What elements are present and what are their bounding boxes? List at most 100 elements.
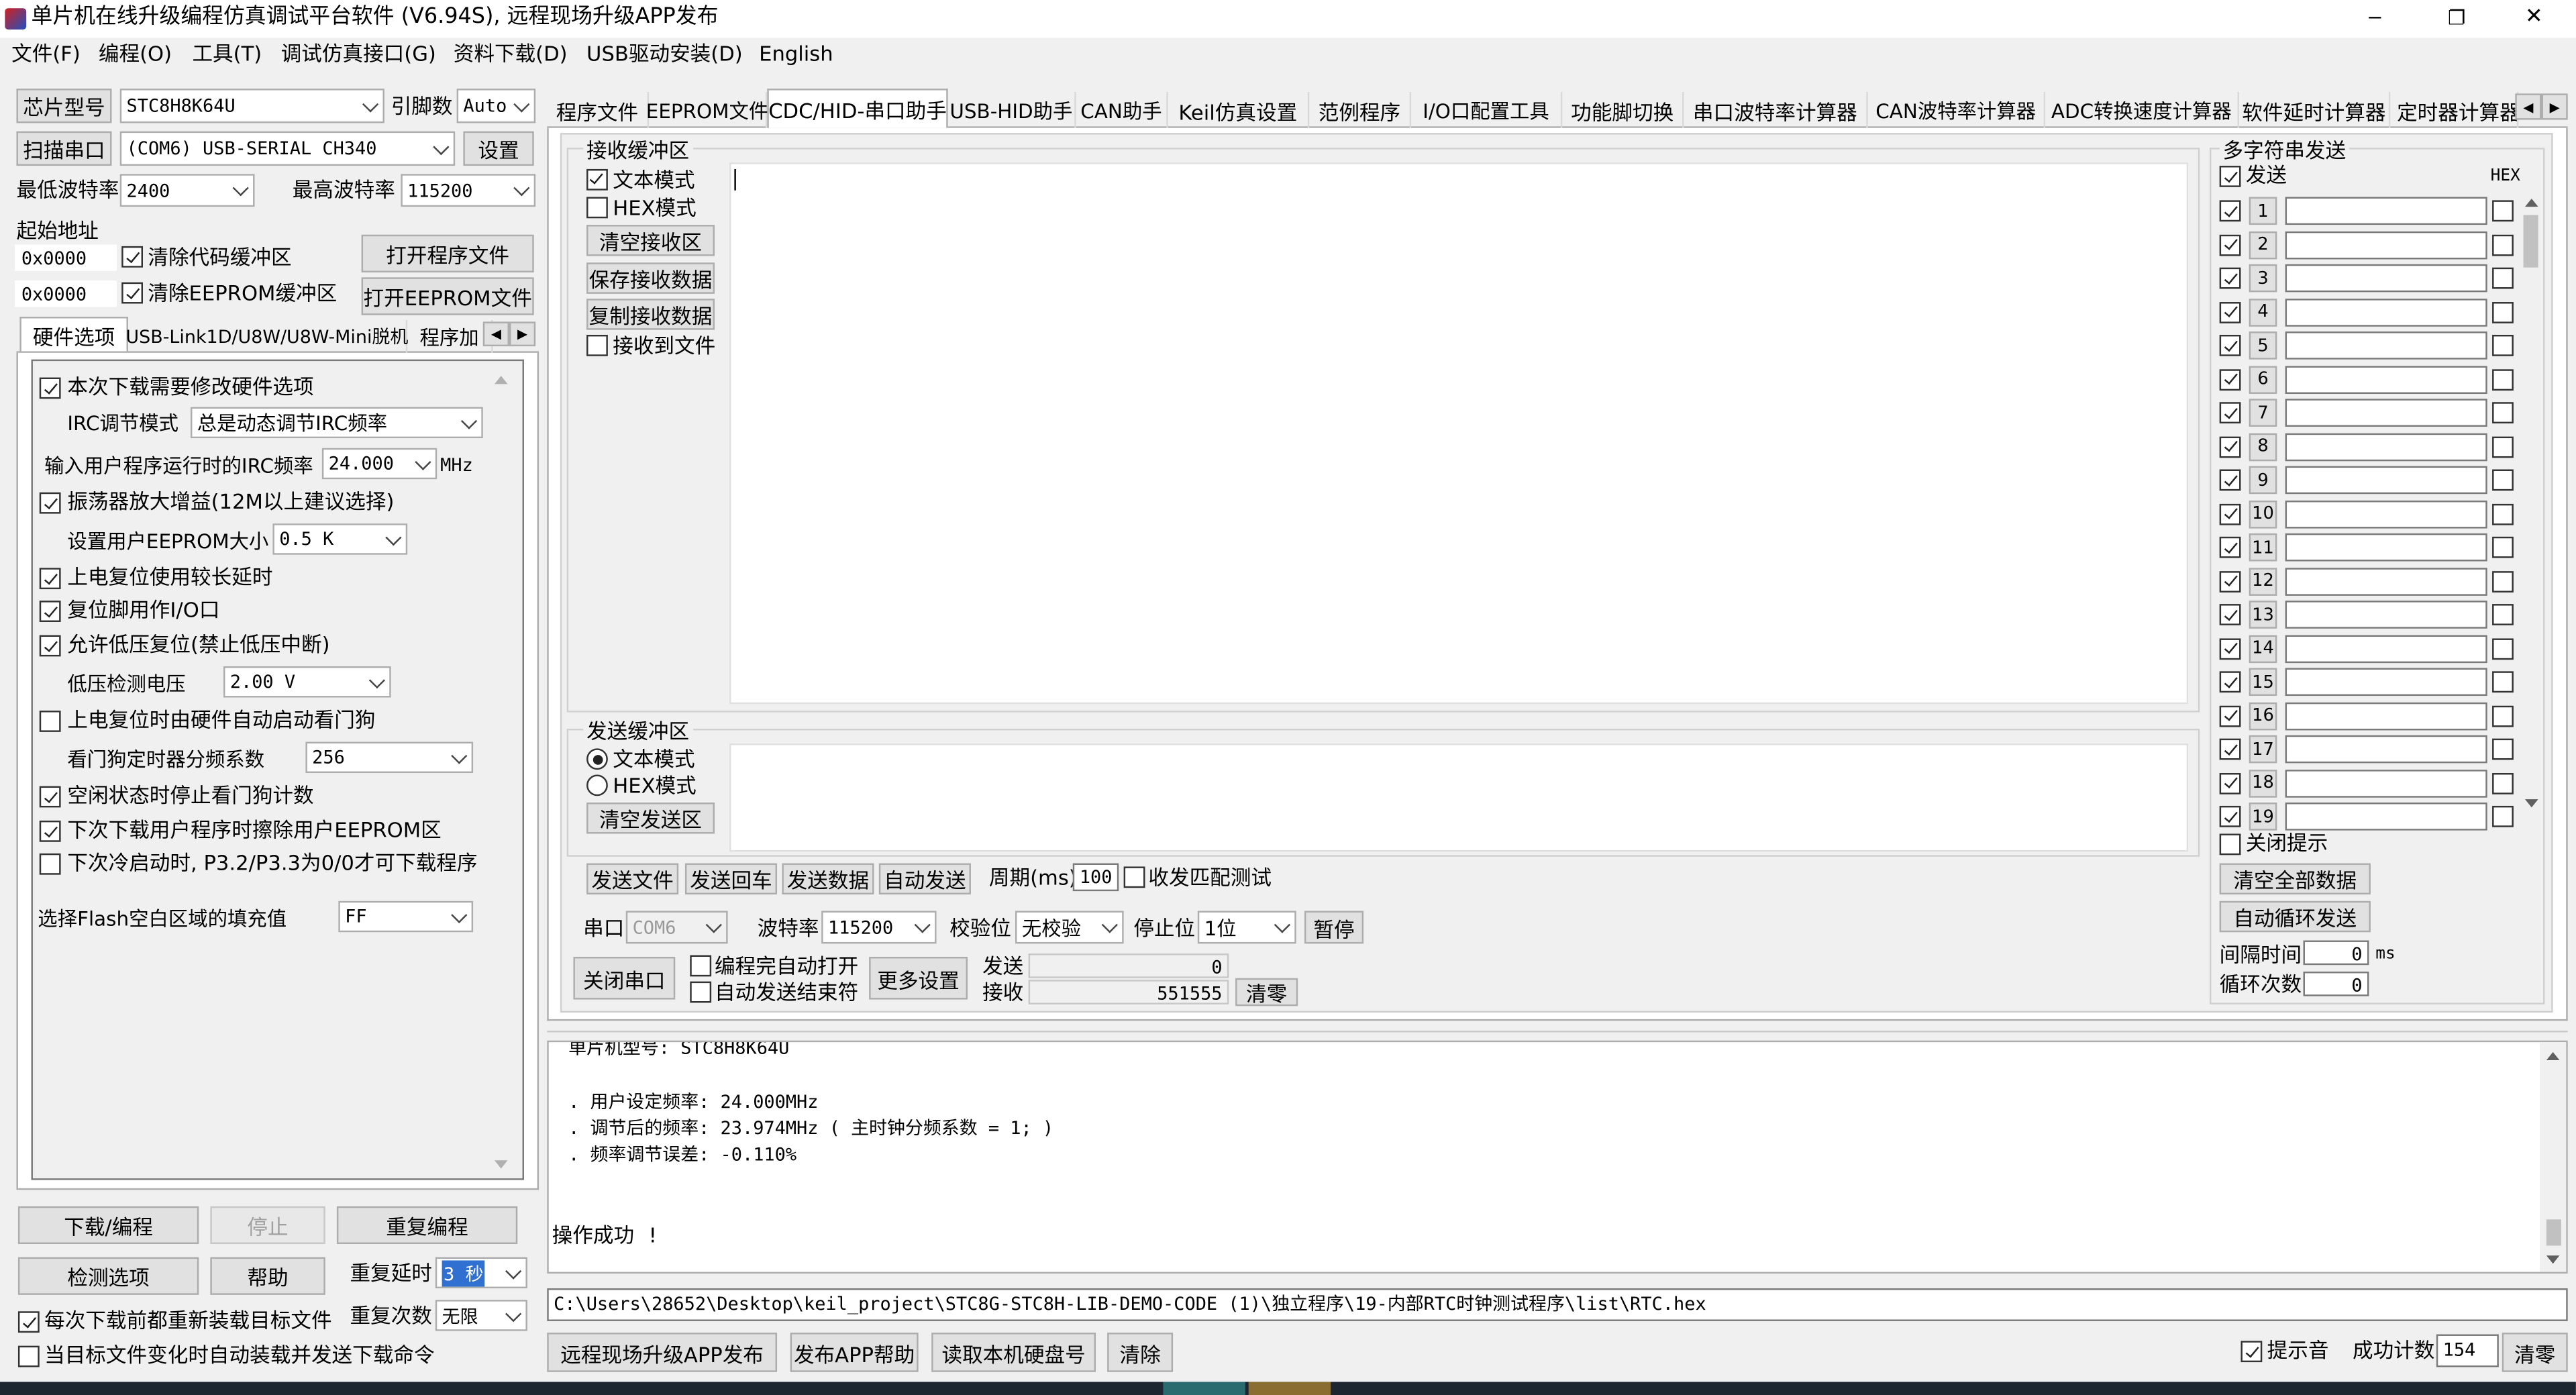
tab-delay-calc[interactable]: 软件延时计算器 [2239,91,2391,128]
multi-row-send-button[interactable]: 19 [2249,803,2277,831]
repeat-count-select[interactable]: 无限 [435,1300,527,1331]
menu-tools[interactable]: 工具(T) [192,41,262,67]
multi-row-checkbox[interactable] [2219,435,2241,458]
repeat-program-button[interactable]: 重复编程 [336,1206,518,1244]
min-baud-select[interactable]: 2400 [119,174,255,207]
multi-row-send-button[interactable]: 12 [2249,567,2277,595]
send-enter-button[interactable]: 发送回车 [684,863,778,895]
multi-row-send-button[interactable]: 5 [2249,331,2277,360]
opt-long-delay-checkbox[interactable] [39,568,61,590]
tab-scroll-right-icon[interactable]: ▶ [509,321,536,347]
tab-timer-calc[interactable]: 定时器计算器 [2390,91,2519,128]
multi-row-input[interactable] [2285,365,2487,393]
lvd-select[interactable]: 2.00 V [223,666,391,698]
multi-row-input[interactable] [2285,399,2487,427]
auto-send-button[interactable]: 自动发送 [878,863,971,895]
multi-row-hex-checkbox[interactable] [2492,435,2514,458]
multi-row-input[interactable] [2285,803,2487,831]
multi-send-all-checkbox[interactable] [2219,166,2241,187]
multi-scrollbar[interactable] [2520,195,2543,811]
chip-model-select[interactable]: STC8H8K64U [119,89,384,123]
opt-modify-hw-checkbox[interactable] [39,377,61,399]
opt-osc-gain-checkbox[interactable] [39,492,61,514]
receive-textarea[interactable] [729,162,2189,705]
multi-row-input[interactable] [2285,668,2487,696]
clear-all-data-button[interactable]: 清空全部数据 [2219,863,2371,895]
auto-end-char-checkbox[interactable] [690,981,712,1003]
taskbar-item[interactable] [1248,1382,1331,1395]
main-tab-scroll-left-icon[interactable]: ◀ [2515,93,2542,120]
multi-row-checkbox[interactable] [2219,772,2241,794]
log-scrollbar[interactable] [2540,1042,2567,1272]
multi-row-checkbox[interactable] [2219,604,2241,625]
multi-row-hex-checkbox[interactable] [2492,200,2514,222]
send-textarea[interactable] [729,743,2189,852]
multi-row-send-button[interactable]: 17 [2249,735,2277,764]
port-select[interactable]: (COM6) USB-SERIAL CH340 [119,131,456,166]
opt-idle-wdt-checkbox[interactable] [39,786,61,808]
scroll-up-icon[interactable] [2525,198,2538,207]
opt-hw-watchdog-checkbox[interactable] [39,711,61,732]
multi-row-input[interactable] [2285,466,2487,495]
opt-cold-boot-checkbox[interactable] [39,853,61,875]
multi-row-hex-checkbox[interactable] [2492,234,2514,256]
multi-row-hex-checkbox[interactable] [2492,536,2514,558]
stop-button[interactable]: 停止 [210,1206,325,1244]
multi-row-hex-checkbox[interactable] [2492,503,2514,525]
multi-row-send-button[interactable]: 10 [2249,499,2277,528]
max-baud-select[interactable]: 115200 [401,174,536,207]
flash-fill-select[interactable]: FF [338,900,474,933]
tab-program-file[interactable]: 程序文件 [547,91,650,128]
multi-row-checkbox[interactable] [2219,503,2241,525]
multi-row-hex-checkbox[interactable] [2492,705,2514,727]
tab-can[interactable]: CAN助手 [1076,91,1168,128]
menu-english[interactable]: English [759,41,833,67]
more-settings-button[interactable]: 更多设置 [869,956,968,1000]
parity-select[interactable]: 无校验 [1015,911,1124,944]
multi-row-hex-checkbox[interactable] [2492,402,2514,424]
menu-debug[interactable]: 调试仿真接口(G) [281,41,436,67]
auto-loop-send-button[interactable]: 自动循环发送 [2219,900,2371,933]
help-button[interactable]: 帮助 [210,1257,325,1295]
interval-input[interactable]: 0 [2303,940,2369,966]
eeprom-size-select[interactable]: 0.5 K [272,523,408,555]
open-eeprom-file-button[interactable]: 打开EEPROM文件 [361,277,534,315]
send-file-button[interactable]: 发送文件 [586,863,679,895]
scroll-up-icon[interactable] [2546,1051,2560,1061]
receive-to-file-checkbox[interactable] [586,334,608,356]
multi-row-checkbox[interactable] [2219,536,2241,558]
multi-row-input[interactable] [2285,432,2487,461]
multi-row-send-button[interactable]: 1 [2249,197,2277,225]
pins-select[interactable]: Auto [456,89,536,123]
copy-receive-button[interactable]: 复制接收数据 [586,299,715,330]
opt-erase-eeprom-checkbox[interactable] [39,820,61,842]
multi-row-send-button[interactable]: 9 [2249,466,2277,495]
multi-row-input[interactable] [2285,297,2487,326]
opt-low-volt-reset-checkbox[interactable] [39,635,61,657]
multi-row-input[interactable] [2285,331,2487,360]
multi-row-send-button[interactable]: 11 [2249,533,2277,562]
open-program-file-button[interactable]: 打开程序文件 [361,234,534,273]
menu-usb-driver[interactable]: USB驱动安装(D) [586,41,743,67]
multi-row-hex-checkbox[interactable] [2492,301,2514,323]
scan-port-button[interactable]: 扫描串口 [16,131,112,166]
multi-row-checkbox[interactable] [2219,570,2241,592]
multi-row-input[interactable] [2285,567,2487,595]
reload-file-checkbox[interactable] [17,1311,40,1333]
tab-uart-baud-calc[interactable]: 串口波特率计算器 [1684,91,1868,128]
restore-button[interactable]: ❐ [2448,5,2465,31]
multi-row-input[interactable] [2285,230,2487,259]
rx-hex-mode-checkbox[interactable] [586,197,608,219]
multi-row-hex-checkbox[interactable] [2492,469,2514,491]
send-data-button[interactable]: 发送数据 [782,863,874,895]
multi-row-hex-checkbox[interactable] [2492,805,2514,827]
multi-row-checkbox[interactable] [2219,637,2241,660]
tab-scroll-left-icon[interactable]: ◀ [482,321,509,347]
multi-row-hex-checkbox[interactable] [2492,738,2514,760]
reset-counts-button[interactable]: 清零 [1235,978,1298,1006]
multi-row-input[interactable] [2285,197,2487,225]
tx-hex-mode-radio[interactable] [586,774,608,796]
multi-row-input[interactable] [2285,768,2487,797]
main-tab-scroll-right-icon[interactable]: ▶ [2541,93,2568,120]
publish-help-button[interactable]: 发布APP帮助 [790,1333,919,1372]
